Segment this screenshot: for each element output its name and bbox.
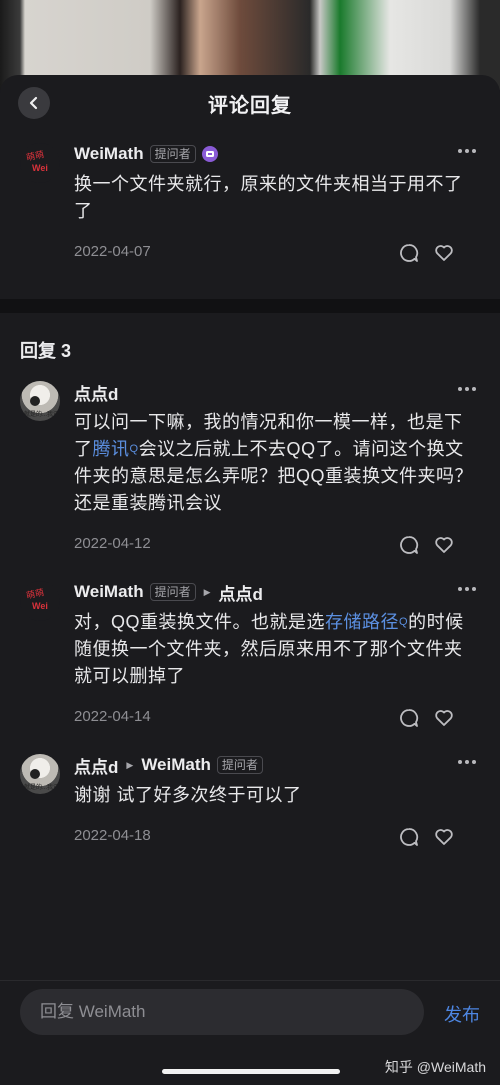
reply-to-name[interactable]: 点点d [219, 580, 263, 605]
header: 评论回复 [0, 75, 500, 131]
reply-input[interactable]: 回复 WeiMath [20, 989, 424, 1035]
search-icon: Q [399, 616, 409, 628]
page-title: 评论回复 [208, 95, 292, 117]
reply-text: 可以问一下嘛，我的情况和你一模一样，也是下了腾讯Q会议之后就上不去QQ了。请问这… [74, 412, 473, 513]
keyword-link[interactable]: 腾讯 [93, 439, 130, 459]
reply-date: 2022-04-18 [74, 827, 151, 844]
reply-icon[interactable] [399, 535, 419, 555]
comment-reply-panel: 评论回复 萌萌 Wei WeiMath 提问者 换一个文件夹就行，原来的文件夹相… [0, 75, 500, 1084]
author-name[interactable]: 点点d [74, 753, 118, 778]
reply-meta: 点点d [74, 379, 476, 405]
reply-footer: 2022-04-12 [74, 525, 476, 565]
reply-meta: WeiMath 提问者 ▶ 点点d [74, 579, 476, 605]
reply-date: 2022-04-14 [74, 708, 151, 725]
comment-date: 2022-04-07 [74, 243, 151, 260]
avatar[interactable]: 就是的...我还 [20, 754, 60, 794]
search-icon: Q [129, 443, 139, 455]
author-name[interactable]: WeiMath [74, 144, 144, 164]
reply-arrow-icon: ▶ [203, 586, 211, 597]
avatar[interactable]: 萌萌 Wei [20, 143, 60, 183]
reply-icon[interactable] [399, 827, 419, 847]
reply-footer: 2022-04-14 [74, 698, 476, 738]
reply-input-bar: 回复 WeiMath 发布 知乎 @WeiMath [0, 980, 500, 1085]
reply-item: 萌萌 Wei WeiMath 提问者 ▶ 点点d 对，QQ重装换文件。也就是选存… [0, 579, 500, 738]
asker-badge: 提问者 [149, 583, 196, 601]
more-options-icon[interactable] [458, 387, 476, 391]
reply-to-name[interactable]: WeiMath [141, 755, 211, 775]
reply-text: 谢谢 试了好多次终于可以了 [74, 785, 302, 805]
avatar[interactable]: 萌萌 Wei [20, 581, 60, 621]
reply-text: 对，QQ重装换文件。也就是选存储路径Q的时候随便换一个文件夹，然后原来用不了那个… [74, 612, 464, 686]
author-name[interactable]: 点点d [74, 380, 118, 405]
comment-text: 换一个文件夹就行，原来的文件夹相当于用不了了 [74, 174, 463, 221]
keyword-link[interactable]: 存储路径 [325, 612, 399, 632]
more-options-icon[interactable] [458, 760, 476, 764]
main-comment: 萌萌 Wei WeiMath 提问者 换一个文件夹就行，原来的文件夹相当于用不了… [0, 141, 500, 273]
reply-arrow-icon: ▶ [126, 759, 134, 770]
reply-footer: 2022-04-18 [74, 817, 476, 857]
replies-count-heading: 回复 3 [20, 341, 72, 361]
watermark: 知乎 @WeiMath [384, 1059, 486, 1075]
section-divider [0, 299, 500, 313]
reply-date: 2022-04-12 [74, 535, 151, 552]
reply-icon[interactable] [399, 243, 419, 263]
avatar[interactable]: 就是的...我还 [20, 381, 60, 421]
comment-meta: WeiMath 提问者 [74, 141, 476, 167]
reply-icon[interactable] [399, 708, 419, 728]
reply-meta: 点点d ▶ WeiMath 提问者 [74, 752, 476, 778]
author-name[interactable]: WeiMath [74, 582, 144, 602]
heart-icon[interactable] [434, 708, 454, 728]
comment-footer: 2022-04-07 [74, 233, 476, 273]
member-icon [201, 146, 218, 162]
more-options-icon[interactable] [458, 149, 476, 153]
asker-badge: 提问者 [149, 145, 196, 163]
publish-button[interactable]: 发布 [444, 1001, 480, 1027]
reply-item: 就是的...我还 点点d ▶ WeiMath 提问者 谢谢 试了好多次终于可以了… [0, 752, 500, 857]
home-indicator[interactable] [162, 1069, 340, 1074]
heart-icon[interactable] [434, 827, 454, 847]
reply-item: 就是的...我还 点点d 可以问一下嘛，我的情况和你一模一样，也是下了腾讯Q会议… [0, 379, 500, 565]
heart-icon[interactable] [434, 243, 454, 263]
more-options-icon[interactable] [458, 587, 476, 591]
asker-badge: 提问者 [216, 756, 263, 774]
heart-icon[interactable] [434, 535, 454, 555]
